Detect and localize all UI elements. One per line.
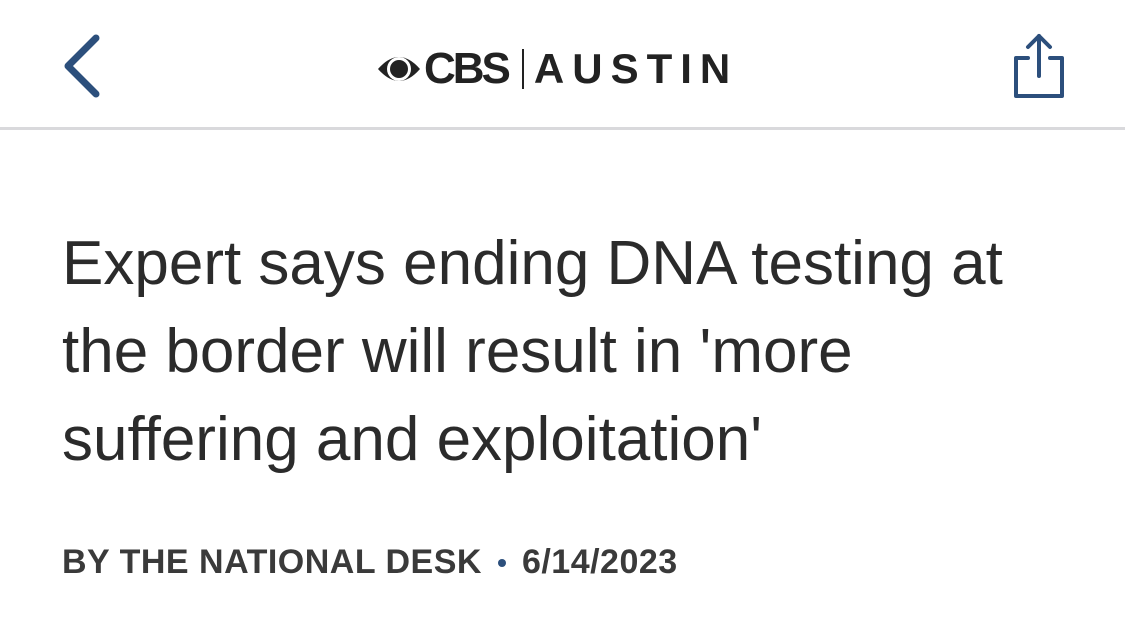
logo-station-text: AUSTIN <box>533 45 739 92</box>
article-byline: BY THE NATIONAL DESK 6/14/2023 <box>62 543 678 582</box>
cbs-eye-icon <box>378 57 420 81</box>
top-nav-bar: CBS AUSTIN <box>0 0 1125 130</box>
article-page: CBS AUSTIN Expert says ending DNA testin… <box>0 0 1125 630</box>
share-icon <box>1014 34 1064 98</box>
logo-network-text: CBS <box>424 44 511 93</box>
share-button[interactable] <box>1008 32 1070 102</box>
byline-date: 6/14/2023 <box>521 543 678 581</box>
byline-separator-dot <box>497 558 506 567</box>
chevron-left-icon <box>64 34 100 98</box>
logo-divider <box>521 49 524 89</box>
station-logo[interactable]: CBS AUSTIN <box>376 44 738 94</box>
back-button[interactable] <box>52 30 112 100</box>
article-headline: Expert says ending DNA testing at the bo… <box>62 229 1003 474</box>
byline-author[interactable]: BY THE NATIONAL DESK <box>62 543 482 582</box>
